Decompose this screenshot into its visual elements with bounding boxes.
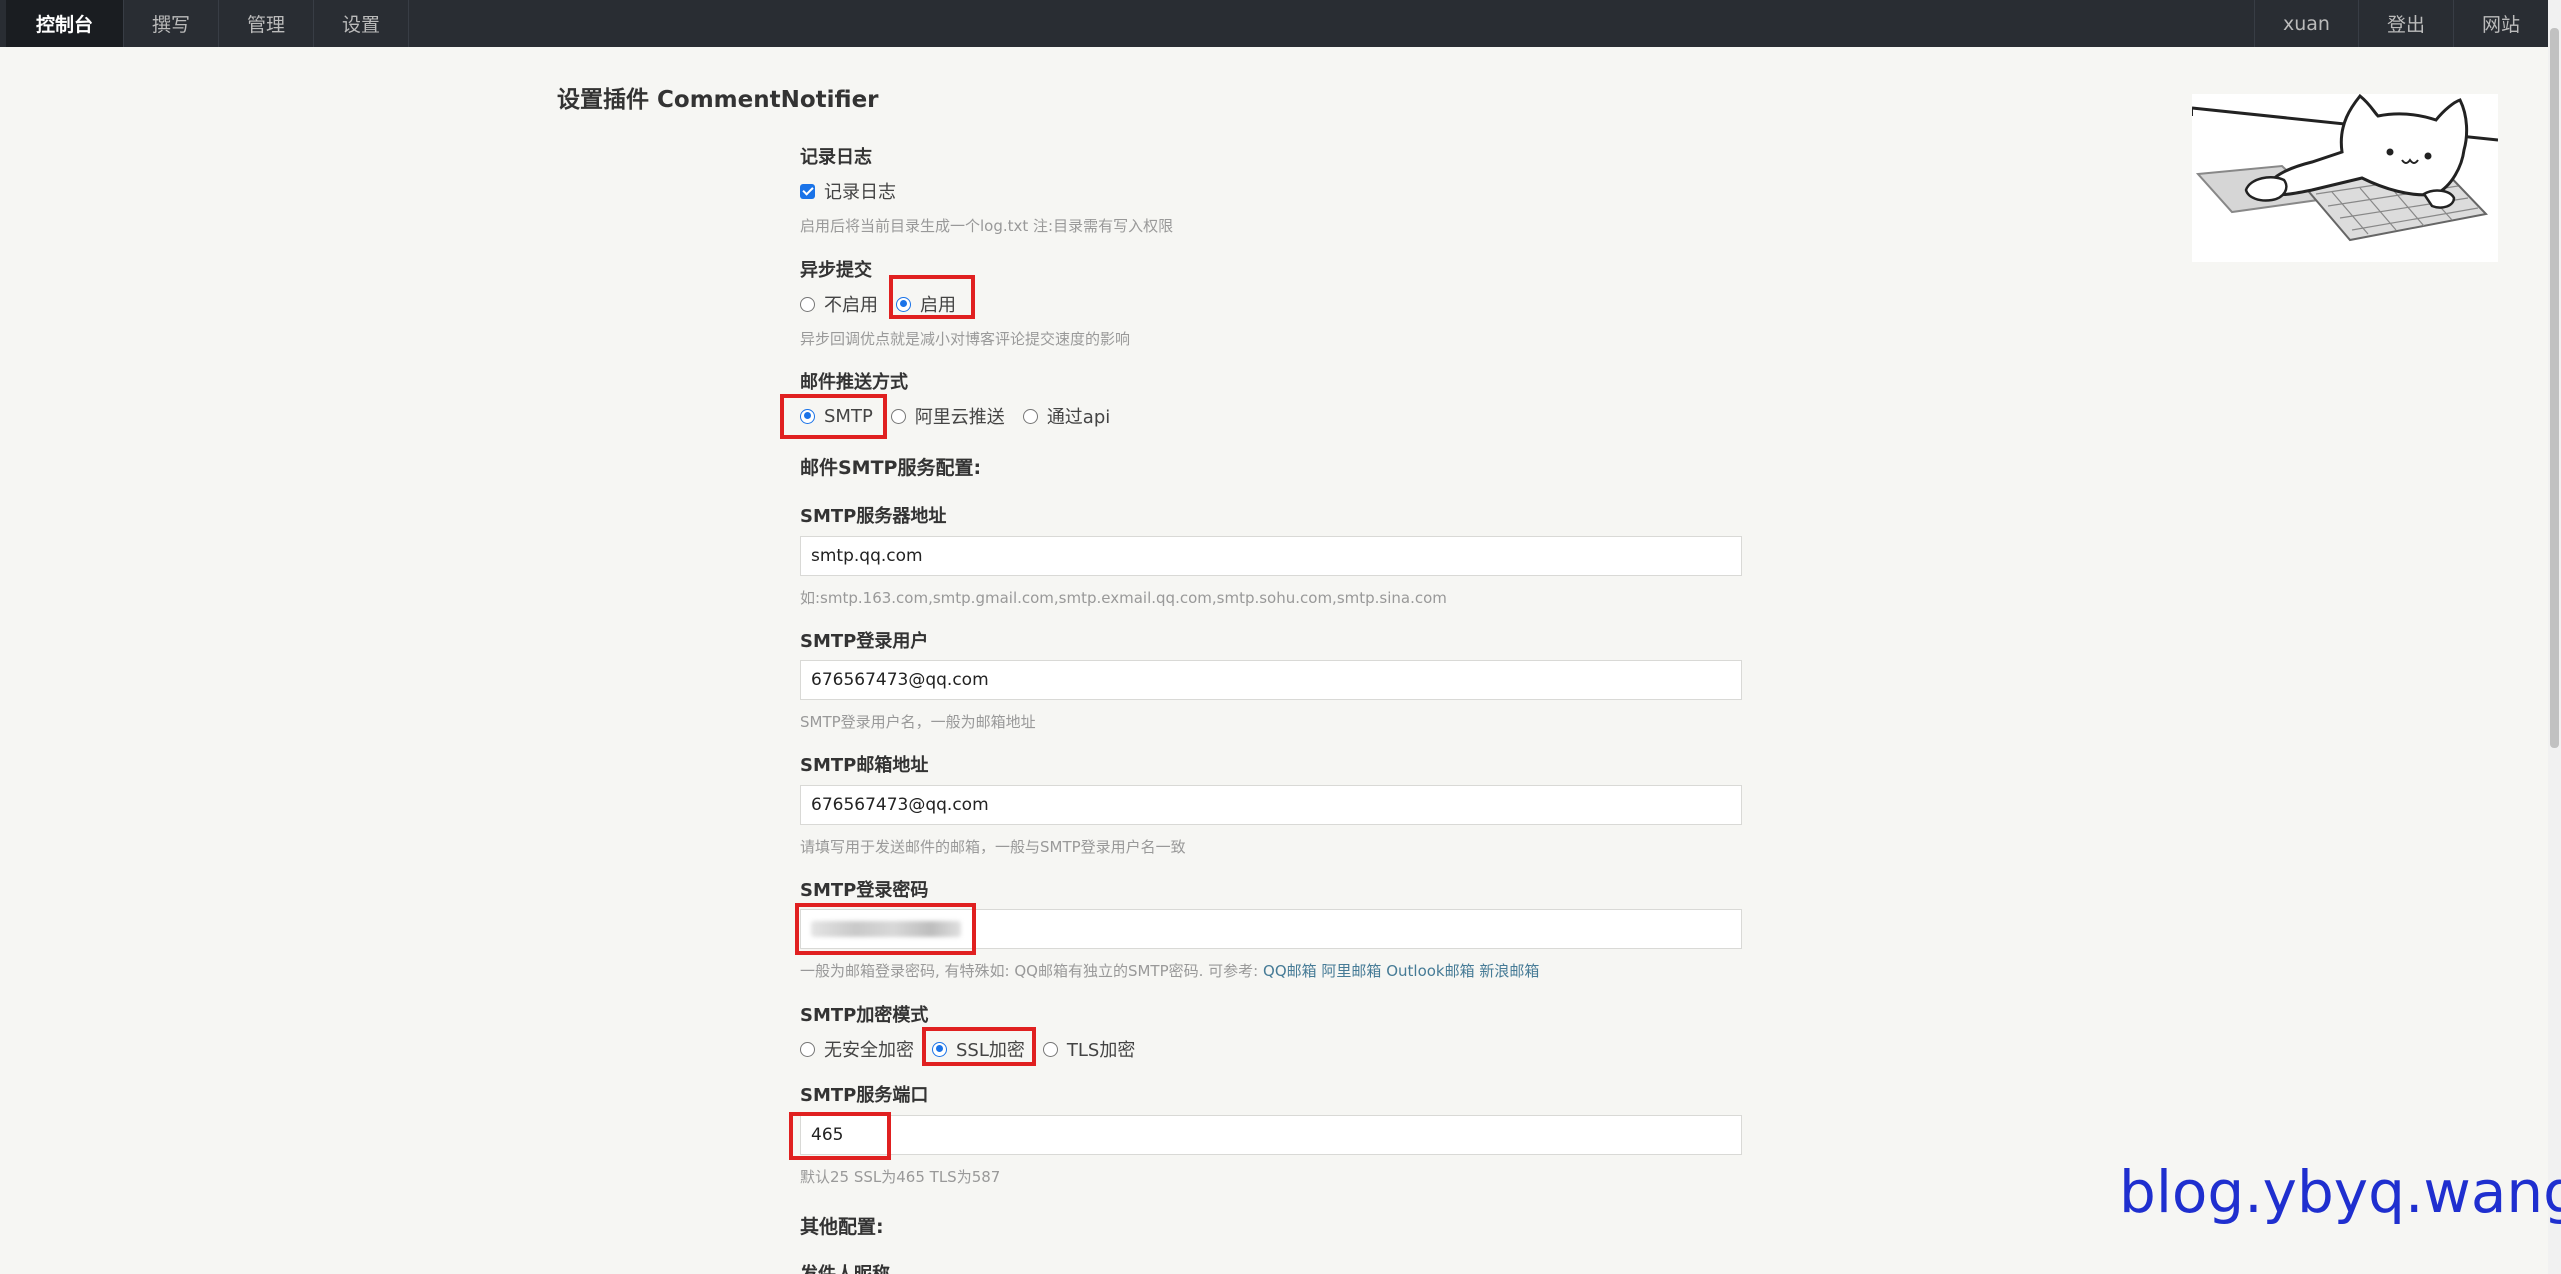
smtp-radio[interactable] <box>800 408 815 424</box>
async-title: 异步提交 <box>800 260 872 281</box>
smtp-user-input[interactable]: 676567473@qq.com <box>800 660 1742 700</box>
async-options: 不启用 启用 <box>800 291 974 317</box>
log-checkbox-row: 记录日志 <box>800 178 914 204</box>
page-title: 设置插件 CommentNotifier <box>557 87 879 113</box>
nav-user[interactable]: xuan <box>2253 0 2358 47</box>
smtp-host-input[interactable]: smtp.qq.com <box>800 536 1742 576</box>
log-checkbox[interactable] <box>800 183 815 199</box>
other-section-title: 其他配置: <box>800 1216 884 1238</box>
secure-tls-label: TLS加密 <box>1066 1040 1136 1061</box>
sender-nickname-label: 发件人昵称 <box>800 1260 890 1274</box>
secure-option-tls[interactable]: TLS加密 <box>1042 1036 1136 1062</box>
smtp-port-label: SMTP服务端口 <box>800 1085 929 1106</box>
async-desc: 异步回调优点就是减小对博客评论提交速度的影响 <box>800 330 1131 348</box>
link-outlook-mail[interactable]: Outlook邮箱 <box>1386 962 1474 980</box>
log-checkbox-option[interactable]: 记录日志 <box>800 178 896 204</box>
smtp-pass-desc-text: 一般为邮箱登录密码, 有特殊如: QQ邮箱有独立的SMTP密码. 可参考: <box>800 962 1264 980</box>
blurred-password <box>811 921 961 937</box>
smtp-user-label: SMTP登录用户 <box>800 631 929 652</box>
smtp-host-desc: 如:smtp.163.com,smtp.gmail.com,smtp.exmai… <box>800 589 1447 607</box>
smtp-pass-label: SMTP登录密码 <box>800 880 929 901</box>
link-ali-mail[interactable]: 阿里邮箱 <box>1321 962 1381 980</box>
aliyun-label: 阿里云推送 <box>914 407 1005 428</box>
mail-method-options: SMTP 阿里云推送 通过api <box>800 403 1128 429</box>
async-option-off[interactable]: 不启用 <box>800 291 878 317</box>
link-qq-mail[interactable]: QQ邮箱 <box>1263 962 1317 980</box>
secure-ssl-label: SSL加密 <box>956 1040 1025 1061</box>
smtp-mail-desc: 请填写用于发送邮件的邮箱，一般与SMTP登录用户名一致 <box>800 838 1186 856</box>
async-option-on[interactable]: 启用 <box>896 291 956 317</box>
secure-tls-radio[interactable] <box>1042 1041 1058 1057</box>
log-title: 记录日志 <box>800 147 872 168</box>
smtp-label: SMTP <box>824 405 873 427</box>
smtp-user-desc: SMTP登录用户名，一般为邮箱地址 <box>800 713 1036 731</box>
async-on-label: 启用 <box>920 295 956 316</box>
page-scrollbar[interactable] <box>2548 0 2561 1274</box>
nav-write[interactable]: 撰写 <box>124 0 220 47</box>
api-radio[interactable] <box>1022 408 1038 424</box>
nav-left: 控制台 撰写 管理 设置 <box>0 0 410 47</box>
async-on-radio[interactable] <box>896 296 911 312</box>
mail-method-api[interactable]: 通过api <box>1022 403 1111 429</box>
nav-settings[interactable]: 设置 <box>314 0 410 47</box>
secure-none-radio[interactable] <box>800 1041 815 1057</box>
nav-manage[interactable]: 管理 <box>219 0 315 47</box>
aliyun-radio[interactable] <box>890 408 906 424</box>
nav-site[interactable]: 网站 <box>2452 0 2548 47</box>
smtp-host-label: SMTP服务器地址 <box>800 506 947 527</box>
smtp-secure-options: 无安全加密 SSL加密 TLS加密 <box>800 1036 1153 1062</box>
mail-method-smtp[interactable]: SMTP <box>800 406 873 427</box>
log-checkbox-label: 记录日志 <box>824 182 896 203</box>
smtp-pass-desc: 一般为邮箱登录密码, 有特殊如: QQ邮箱有独立的SMTP密码. 可参考: QQ… <box>800 960 1539 981</box>
link-sina-mail[interactable]: 新浪邮箱 <box>1479 962 1539 980</box>
api-label: 通过api <box>1046 407 1111 428</box>
smtp-port-desc: 默认25 SSL为465 TLS为587 <box>800 1168 1001 1186</box>
async-off-radio[interactable] <box>800 296 815 312</box>
smtp-section-title: 邮件SMTP服务配置: <box>800 457 982 479</box>
secure-option-none[interactable]: 无安全加密 <box>800 1036 914 1062</box>
smtp-mail-input[interactable]: 676567473@qq.com <box>800 785 1742 825</box>
smtp-mail-label: SMTP邮箱地址 <box>800 755 929 776</box>
async-off-label: 不启用 <box>824 295 878 316</box>
cat-keyboard-illustration <box>2191 93 2499 262</box>
smtp-pass-input[interactable] <box>800 909 1742 949</box>
top-nav: 控制台 撰写 管理 设置 xuan 登出 网站 <box>0 0 2548 47</box>
scrollbar-thumb[interactable] <box>2550 28 2559 748</box>
nav-logout[interactable]: 登出 <box>2357 0 2453 47</box>
secure-none-label: 无安全加密 <box>824 1040 914 1061</box>
log-desc: 启用后将当前目录生成一个log.txt 注:目录需有写入权限 <box>800 217 1174 235</box>
secure-ssl-radio[interactable] <box>932 1041 947 1057</box>
watermark-text: blog.ybyq.wang <box>2119 1158 2561 1226</box>
mail-method-title: 邮件推送方式 <box>800 372 908 393</box>
smtp-port-input[interactable]: 465 <box>800 1115 1742 1155</box>
nav-right: xuan 登出 网站 <box>2253 0 2548 47</box>
mail-method-aliyun[interactable]: 阿里云推送 <box>890 403 1005 429</box>
secure-option-ssl[interactable]: SSL加密 <box>932 1036 1025 1062</box>
smtp-secure-label: SMTP加密模式 <box>800 1005 929 1026</box>
nav-dashboard[interactable]: 控制台 <box>6 0 125 47</box>
